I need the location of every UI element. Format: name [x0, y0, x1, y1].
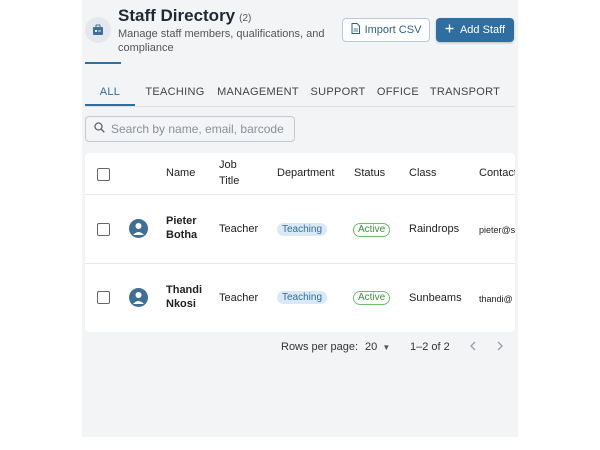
- import-csv-button[interactable]: Import CSV: [342, 18, 430, 42]
- job-title: Teacher: [219, 223, 259, 235]
- page-title: Staff Directory (2): [118, 6, 251, 26]
- add-staff-button[interactable]: Add Staff: [436, 18, 514, 42]
- chevron-down-icon: ▼: [382, 343, 391, 352]
- rows-per-page-value: 20: [365, 341, 378, 353]
- staff-directory-panel: Staff Directory (2) Manage staff members,…: [82, 0, 518, 437]
- contact-email: pieter@s: [479, 225, 515, 235]
- plus-icon: [445, 24, 454, 36]
- staff-count: (2): [239, 13, 252, 24]
- header-accent-line: [85, 62, 121, 64]
- avatar: [129, 219, 148, 238]
- select-all-checkbox[interactable]: [97, 168, 110, 181]
- department-chip: Teaching: [277, 291, 328, 304]
- tab-office[interactable]: OFFICE: [373, 80, 423, 104]
- class-name: Raindrops: [409, 223, 460, 235]
- tab-management[interactable]: MANAGEMENT: [215, 80, 301, 104]
- staff-badge-icon: [85, 17, 111, 43]
- column-header-class[interactable]: Class: [409, 165, 437, 181]
- department-chip: Teaching: [277, 223, 328, 236]
- chevron-left-icon: [469, 340, 477, 354]
- tab-teaching[interactable]: TEACHING: [137, 80, 213, 104]
- rows-per-page-select[interactable]: 20 ▼: [365, 341, 390, 353]
- chevron-right-icon: [496, 340, 504, 354]
- active-tab-indicator: [85, 104, 135, 106]
- status-badge: Active: [353, 223, 391, 237]
- staff-name[interactable]: Thandi Nkosi: [166, 283, 206, 311]
- tab-transport[interactable]: TRANSPORT: [429, 80, 501, 104]
- search-box: [85, 116, 295, 142]
- column-header-department[interactable]: Department: [277, 165, 334, 181]
- header-separator: [85, 194, 515, 195]
- next-page-button[interactable]: [496, 340, 504, 354]
- page-subtitle: Manage staff members, qualifications, an…: [118, 28, 325, 54]
- tab-all[interactable]: ALL: [85, 80, 135, 104]
- previous-page-button[interactable]: [469, 340, 477, 354]
- rows-per-page-label: Rows per page:: [281, 341, 359, 353]
- import-csv-label: Import CSV: [364, 24, 422, 36]
- search-input[interactable]: [111, 122, 286, 136]
- row-checkbox[interactable]: [97, 223, 110, 236]
- page-title-text: Staff Directory: [118, 6, 236, 25]
- row-separator: [85, 263, 515, 264]
- staff-table: Name Job Title Department Status Class C…: [85, 153, 515, 332]
- column-header-job-title[interactable]: Job Title: [219, 157, 255, 189]
- contact-email: thandi@: [479, 294, 513, 304]
- job-title: Teacher: [219, 292, 259, 304]
- search-icon: [94, 120, 105, 138]
- column-header-name[interactable]: Name: [166, 165, 195, 181]
- tab-support[interactable]: SUPPORT: [307, 80, 369, 104]
- pagination-range: 1–2 of 2: [410, 341, 450, 353]
- column-header-status[interactable]: Status: [354, 165, 385, 181]
- row-checkbox[interactable]: [97, 291, 110, 304]
- class-name: Sunbeams: [409, 292, 462, 304]
- department-tabs: ALL TEACHING MANAGEMENT SUPPORT OFFICE T…: [85, 80, 515, 107]
- add-staff-label: Add Staff: [459, 24, 506, 36]
- file-icon: [351, 23, 360, 37]
- column-header-contact[interactable]: Contact: [479, 165, 515, 181]
- avatar: [129, 288, 148, 307]
- status-badge: Active: [353, 291, 391, 305]
- staff-name[interactable]: Pieter Botha: [166, 214, 206, 242]
